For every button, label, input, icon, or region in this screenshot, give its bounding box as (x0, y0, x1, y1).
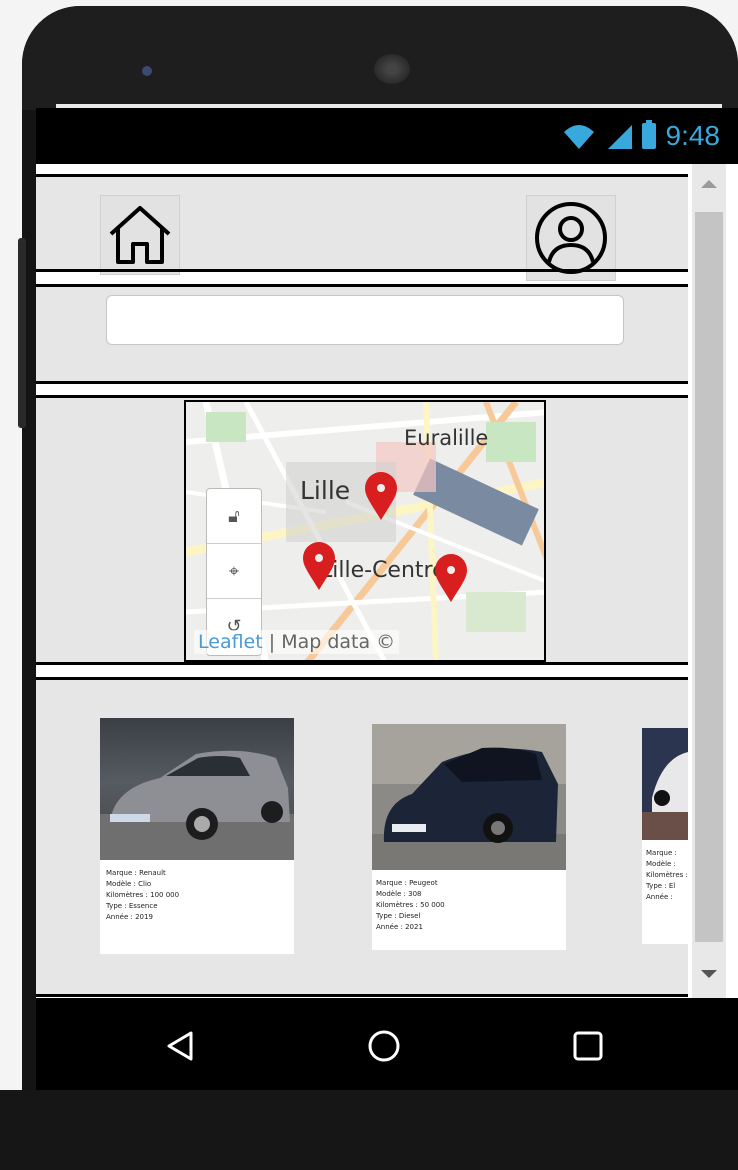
status-time: 9:48 (665, 120, 721, 151)
map-label-lille-centre: Lille-Centre (320, 558, 446, 583)
scroll-thumb[interactable] (695, 212, 723, 942)
wifi-icon (563, 125, 594, 149)
car-km: Kilomètres : (646, 871, 688, 879)
recents-button[interactable] (568, 1026, 608, 1066)
car-type: Type : Essence (106, 902, 158, 910)
car-model: Modèle : Clio (106, 880, 152, 888)
status-bar: 9:48 (36, 108, 738, 164)
back-button[interactable] (160, 1026, 200, 1066)
car-model: Modèle : 308 (376, 890, 422, 898)
search-section (36, 287, 688, 381)
car-year: Année : 2019 (106, 913, 153, 921)
divider (36, 662, 688, 665)
home-circle-icon (368, 1030, 400, 1062)
car-brand: Marque : Peugeot (376, 879, 438, 887)
car-info: Marque : Peugeot Modèle : 308 Kilomètres… (376, 878, 445, 933)
attribution-separator: | (262, 631, 282, 653)
locate-icon[interactable]: ⌖ (207, 544, 261, 599)
map-attribution: Leaflet | Map data © (194, 630, 400, 654)
unlock-icon[interactable]: 🔓︎ (207, 489, 261, 544)
car-year: Année : (646, 893, 673, 901)
front-camera (142, 66, 152, 76)
scroll-up-arrow-icon[interactable] (701, 180, 717, 188)
home-button[interactable] (100, 195, 180, 275)
car-photo (642, 728, 688, 840)
map-label-euralille: Euralille (404, 426, 489, 450)
side-button (18, 238, 26, 428)
map-label-lille: Lille (300, 476, 351, 505)
leaflet-link[interactable]: Leaflet (198, 631, 263, 653)
car-card[interactable]: Marque : Modèle : Kilomètres : Type : El… (642, 728, 688, 944)
phone-top-bezel (22, 6, 738, 110)
car-model: Modèle : (646, 860, 676, 868)
divider (36, 994, 688, 997)
car-card[interactable]: Marque : Peugeot Modèle : 308 Kilomètres… (372, 724, 566, 950)
home-icon (109, 206, 171, 264)
battery-icon (641, 120, 656, 149)
car-info: Marque : Renault Modèle : Clio Kilomètre… (106, 868, 179, 923)
user-circle-icon (535, 202, 607, 274)
attribution-text: Map data © (281, 631, 396, 653)
map-marker[interactable] (364, 472, 398, 522)
car-brand: Marque : Renault (106, 869, 166, 877)
divider (36, 269, 688, 272)
car-info: Marque : Modèle : Kilomètres : Type : El… (646, 848, 688, 903)
header-bar (36, 177, 688, 281)
car-km: Kilomètres : 50 000 (376, 901, 445, 909)
signal-icon (607, 125, 632, 149)
car-type: Type : El (646, 882, 676, 890)
car-card[interactable]: Marque : Renault Modèle : Clio Kilomètre… (100, 718, 294, 954)
divider (36, 381, 688, 384)
car-photo (100, 718, 294, 860)
car-km: Kilomètres : 100 000 (106, 891, 180, 899)
map-view[interactable]: Euralille Lille Lille-Centre 🔓︎ ⌖ ↺ Leaf… (184, 400, 546, 662)
phone-bottom-bezel (0, 1090, 738, 1170)
map-marker[interactable] (434, 554, 468, 604)
back-icon (167, 1031, 193, 1061)
car-year: Année : 2021 (376, 923, 423, 931)
earpiece-speaker (374, 54, 410, 84)
navigation-bar (36, 998, 738, 1090)
app-screen: Euralille Lille Lille-Centre 🔓︎ ⌖ ↺ Leaf… (36, 164, 738, 998)
car-photo (372, 724, 566, 870)
car-list: Marque : Renault Modèle : Clio Kilomètre… (36, 680, 688, 994)
scroll-down-arrow-icon[interactable] (701, 970, 717, 978)
scrollbar[interactable] (692, 164, 726, 998)
map-marker[interactable] (302, 542, 336, 592)
home-nav-button[interactable] (364, 1026, 404, 1066)
car-brand: Marque : (646, 849, 677, 857)
search-input[interactable] (106, 295, 624, 345)
car-type: Type : Diesel (376, 912, 421, 920)
recents-icon (573, 1031, 603, 1061)
